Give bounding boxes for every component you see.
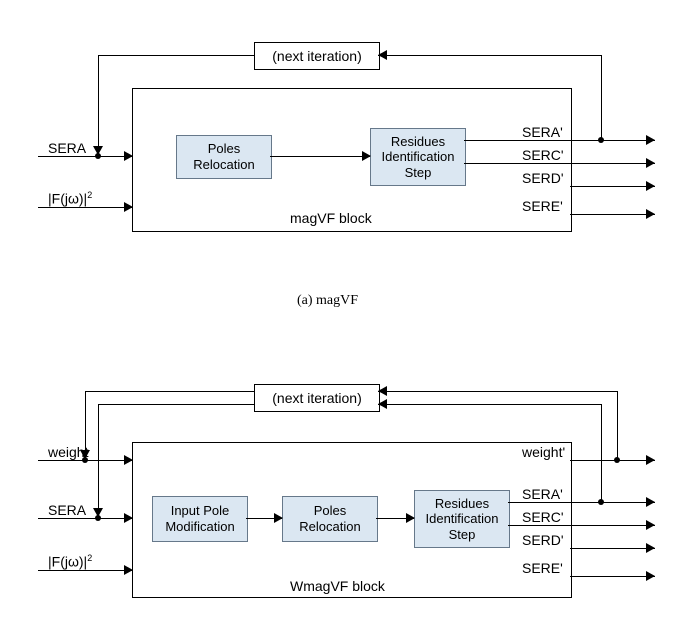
bottom-residues-label: Residues Identification Step — [426, 496, 499, 543]
top-out-sere-arrow — [646, 209, 655, 219]
top-out-serc-label: SERC' — [522, 147, 564, 163]
top-out-serc-line — [464, 163, 655, 164]
top-input-sera-arrow — [124, 151, 133, 161]
bottom-input-sera-label: SERA — [48, 502, 86, 518]
top-poles-relocation-box: Poles Relocation — [176, 135, 272, 179]
top-out-sere-line — [570, 214, 655, 215]
bottom-input-f-exp: 2 — [87, 553, 92, 563]
bottom-out-serd-arrow — [646, 543, 655, 553]
bottom-out-sera-line — [508, 502, 655, 503]
bottom-out-sere-line — [570, 576, 655, 577]
top-feedback-v1 — [601, 55, 602, 140]
top-out-sera-line — [464, 140, 655, 141]
bottom-fb-out-h1 — [85, 391, 254, 392]
bottom-input-sera-arrow — [124, 513, 133, 523]
top-input-f-label: |F(jω)|2 — [48, 190, 92, 207]
bottom-out-serc-line — [508, 525, 655, 526]
bottom-input-sera-line — [38, 518, 132, 519]
top-input-f-exp: 2 — [87, 190, 92, 200]
bottom-out-sere-arrow — [646, 571, 655, 581]
bottom-input-pole-mod-label: Input Pole Modification — [165, 503, 234, 534]
bottom-conn-1-arrow — [274, 513, 283, 523]
top-next-iteration-box: (next iteration) — [254, 42, 380, 70]
top-input-f-text: |F(jω)| — [48, 191, 87, 207]
top-inner-connector-arrow — [362, 151, 371, 161]
bottom-fb-sera-arrow-into-box — [378, 399, 387, 409]
top-input-f-arrow — [124, 202, 133, 212]
bottom-next-iteration-box: (next iteration) — [254, 384, 380, 412]
bottom-next-iteration-label: (next iteration) — [272, 390, 361, 407]
bottom-input-f-arrow — [124, 565, 133, 575]
bottom-fb-weight-h — [378, 391, 618, 392]
bottom-out-sera-label: SERA' — [522, 486, 563, 502]
bottom-conn-2-arrow — [406, 513, 415, 523]
top-next-iteration-label: (next iteration) — [272, 48, 361, 65]
bottom-fb-sera-h — [378, 404, 602, 405]
bottom-fb-weight-arrow-into-box — [378, 386, 387, 396]
bottom-out-serd-label: SERD' — [522, 532, 564, 548]
top-poles-relocation-label: Poles Relocation — [193, 141, 254, 172]
top-out-serc-arrow — [646, 158, 655, 168]
top-input-sera-label: SERA — [48, 140, 86, 156]
bottom-out-weight-label: weight' — [522, 444, 565, 460]
bottom-out-weight-arrow — [646, 455, 655, 465]
bottom-input-pole-mod-box: Input Pole Modification — [152, 496, 248, 542]
top-caption: (a) magVF — [297, 293, 358, 309]
bottom-fb-out-h2 — [98, 404, 254, 405]
top-out-sera-arrow — [646, 135, 655, 145]
bottom-residues-box: Residues Identification Step — [414, 490, 510, 548]
top-input-sera-line — [38, 156, 132, 157]
bottom-poles-relocation-box: Poles Relocation — [282, 496, 378, 542]
bottom-fb-out-v1 — [85, 391, 86, 452]
top-feedback-h1 — [378, 55, 602, 56]
bottom-fb-out-v2 — [98, 404, 99, 510]
top-out-serd-label: SERD' — [522, 170, 564, 186]
top-input-f-line — [38, 207, 132, 208]
diagram-canvas: magVF block (next iteration) Poles Reloc… — [0, 0, 691, 631]
top-out-sere-label: SERE' — [522, 198, 563, 214]
top-out-serd-arrow — [646, 181, 655, 191]
bottom-poles-relocation-label: Poles Relocation — [299, 503, 360, 534]
top-residues-box: Residues Identification Step — [370, 128, 466, 186]
bottom-input-f-label: |F(jω)|2 — [48, 553, 92, 570]
bottom-input-weight-arrow — [124, 455, 133, 465]
bottom-input-f-line — [38, 570, 132, 571]
bottom-fb-sera-v — [601, 404, 602, 502]
bottom-out-serc-arrow — [646, 520, 655, 530]
bottom-out-serc-label: SERC' — [522, 509, 564, 525]
bottom-fb-weight-v — [617, 391, 618, 460]
wmagvf-block-label: WmagVF block — [290, 578, 385, 594]
top-feedback-arrow-into-box — [378, 50, 387, 60]
top-feedback-h2 — [98, 55, 254, 56]
bottom-fb-merge-weight-dot — [82, 457, 88, 463]
top-out-serd-line — [570, 186, 655, 187]
magvf-block-label: magVF block — [290, 210, 372, 226]
bottom-out-sere-label: SERE' — [522, 560, 563, 576]
top-feedback-merge-dot — [95, 153, 101, 159]
bottom-out-sera-arrow — [646, 497, 655, 507]
bottom-fb-merge-sera-dot — [95, 515, 101, 521]
top-feedback-v2 — [98, 55, 99, 148]
bottom-input-f-text: |F(jω)| — [48, 554, 87, 570]
top-residues-label: Residues Identification Step — [382, 134, 455, 181]
bottom-out-serd-line — [570, 548, 655, 549]
top-inner-connector — [270, 156, 370, 157]
top-out-sera-label: SERA' — [522, 124, 563, 140]
bottom-out-weight-line — [570, 460, 655, 461]
